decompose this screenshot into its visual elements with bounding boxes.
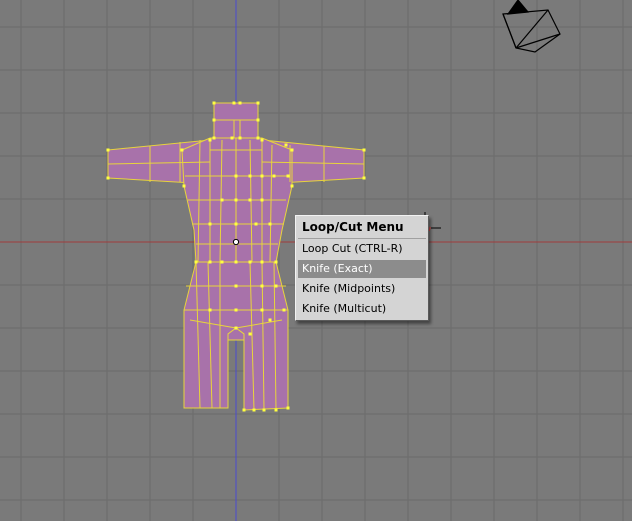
- mesh-vertex[interactable]: [362, 176, 366, 180]
- menu-item-knife-multicut[interactable]: Knife (Multicut): [298, 300, 426, 318]
- mesh-vertex[interactable]: [274, 260, 278, 264]
- camera-icon[interactable]: [502, 0, 561, 53]
- mesh-vertex[interactable]: [248, 260, 252, 264]
- mesh-vertex[interactable]: [290, 184, 294, 188]
- mesh-vertex[interactable]: [182, 184, 186, 188]
- mesh-vertex[interactable]: [194, 260, 198, 264]
- menu-title: Loop/Cut Menu: [302, 220, 404, 234]
- mesh-vertex[interactable]: [272, 174, 276, 178]
- mesh-vertex[interactable]: [234, 308, 238, 312]
- mesh-vertex[interactable]: [262, 408, 266, 412]
- mesh-vertex[interactable]: [248, 198, 252, 202]
- mesh-vertex[interactable]: [282, 308, 286, 312]
- mesh-vertex[interactable]: [234, 198, 238, 202]
- mesh-vertex[interactable]: [256, 118, 260, 122]
- mesh-vertex[interactable]: [232, 101, 236, 105]
- mesh-vertex[interactable]: [242, 408, 246, 412]
- mesh-vertex[interactable]: [260, 308, 264, 312]
- mesh-vertex[interactable]: [284, 143, 288, 147]
- mesh-vertex[interactable]: [208, 260, 212, 264]
- mesh-vertex[interactable]: [234, 260, 238, 264]
- mesh-vertex[interactable]: [230, 136, 234, 140]
- loop-cut-menu: Loop/Cut Menu Loop Cut (CTRL-R) Knife (E…: [295, 215, 429, 321]
- menu-item-loop-cut[interactable]: Loop Cut (CTRL-R): [298, 240, 426, 258]
- mesh-vertex[interactable]: [208, 138, 212, 142]
- menu-item-knife-midpoints[interactable]: Knife (Midpoints): [298, 280, 426, 298]
- mesh-vertex[interactable]: [260, 284, 264, 288]
- object-center-icon[interactable]: [232, 238, 240, 246]
- mesh-vertex[interactable]: [234, 284, 238, 288]
- menu-item-knife-exact[interactable]: Knife (Exact): [298, 260, 426, 278]
- mesh-vertex[interactable]: [268, 222, 272, 226]
- mesh-vertex[interactable]: [234, 174, 238, 178]
- 3d-viewport[interactable]: Loop/Cut Menu Loop Cut (CTRL-R) Knife (E…: [0, 0, 632, 521]
- mesh-vertex[interactable]: [180, 148, 184, 152]
- mesh-vertex[interactable]: [208, 308, 212, 312]
- mesh-vertex[interactable]: [238, 136, 242, 140]
- mesh-vertex[interactable]: [274, 408, 278, 412]
- mesh-vertex[interactable]: [286, 174, 290, 178]
- menu-separator: [298, 238, 426, 239]
- mesh-vertex[interactable]: [234, 326, 238, 330]
- mesh-vertex[interactable]: [248, 174, 252, 178]
- mesh-vertex[interactable]: [260, 198, 264, 202]
- mesh-vertex[interactable]: [208, 222, 212, 226]
- mesh-vertex[interactable]: [286, 406, 290, 410]
- mesh-vertex[interactable]: [220, 198, 224, 202]
- mesh-vertex[interactable]: [254, 222, 258, 226]
- mesh-vertex[interactable]: [362, 148, 366, 152]
- mesh-vertex[interactable]: [248, 332, 252, 336]
- mesh-vertex[interactable]: [106, 148, 110, 152]
- mesh-vertex[interactable]: [220, 260, 224, 264]
- mesh-vertex[interactable]: [268, 318, 272, 322]
- mesh-vertex[interactable]: [260, 260, 264, 264]
- mesh-vertex[interactable]: [106, 176, 110, 180]
- mesh-vertex[interactable]: [212, 118, 216, 122]
- mesh-vertex[interactable]: [256, 101, 260, 105]
- mesh-vertex[interactable]: [212, 101, 216, 105]
- mesh-vertex[interactable]: [256, 136, 260, 140]
- mesh-vertex[interactable]: [252, 408, 256, 412]
- mesh-vertex[interactable]: [290, 148, 294, 152]
- mesh-vertex[interactable]: [234, 222, 238, 226]
- mesh-vertex[interactable]: [238, 101, 242, 105]
- mesh-vertex[interactable]: [274, 284, 278, 288]
- mesh-vertex[interactable]: [260, 174, 264, 178]
- mesh-vertex[interactable]: [212, 136, 216, 140]
- mesh-vertex[interactable]: [260, 138, 264, 142]
